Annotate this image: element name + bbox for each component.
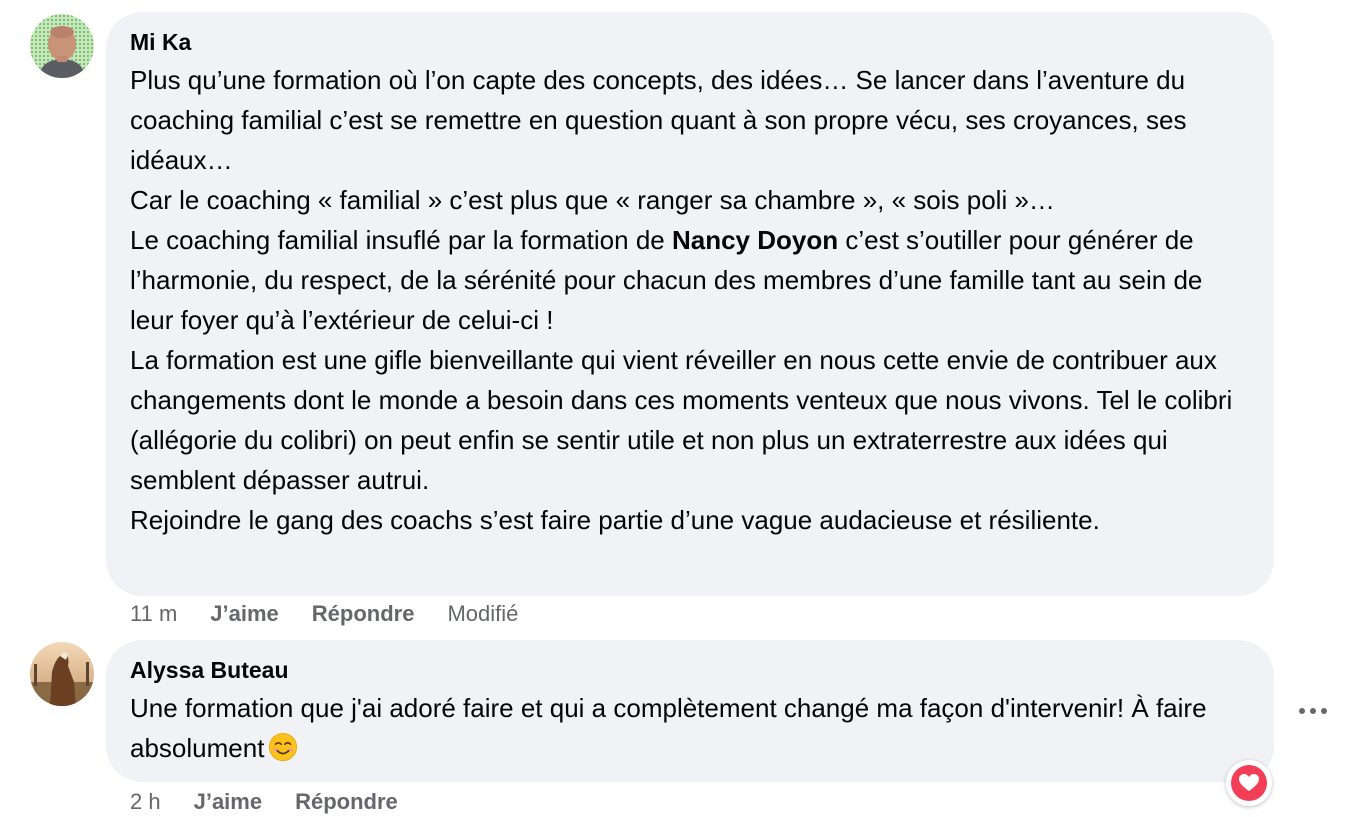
like-button[interactable]: J’aime: [210, 599, 279, 629]
comment-paragraph: Plus qu’une formation où l’on capte des …: [130, 65, 1187, 175]
reply-button[interactable]: Répondre: [295, 787, 398, 817]
comment-paragraph: La formation est une gifle bienveillante…: [130, 345, 1233, 495]
reply-button[interactable]: Répondre: [312, 599, 415, 629]
comment-actions: 2 h J’aime Répondre: [130, 787, 431, 817]
smiling-face-icon: [269, 732, 298, 762]
comment-actions: 11 m J’aime Répondre Modifié: [130, 599, 518, 629]
comment-author[interactable]: Mi Ka: [130, 26, 1250, 58]
comment-bubble: Alyssa Buteau Une formation que j'ai ado…: [106, 640, 1274, 782]
mention-prefix: Le coaching familial insuflé par la form…: [130, 225, 672, 255]
comment-paragraph: Rejoindre le gang des coachs s’est faire…: [130, 505, 1100, 535]
avatar-image: [30, 14, 94, 78]
comment-text: Plus qu’une formation où l’on capte des …: [130, 60, 1250, 540]
edited-label[interactable]: Modifié: [447, 599, 518, 629]
comment-paragraph: Car le coaching « familial » c’est plus …: [130, 185, 1055, 215]
more-options-icon[interactable]: [1296, 696, 1330, 726]
comment-paragraph-mention: Le coaching familial insuflé par la form…: [130, 220, 1250, 340]
like-button[interactable]: J’aime: [194, 787, 263, 817]
comment-author[interactable]: Alyssa Buteau: [130, 654, 1250, 686]
comment-bubble: Mi Ka Plus qu’une formation où l’on capt…: [106, 12, 1274, 596]
love-heart-icon: [1231, 765, 1267, 801]
avatar[interactable]: [30, 14, 94, 78]
avatar-image: [30, 642, 94, 706]
reaction-badge[interactable]: [1226, 760, 1272, 806]
comment-text: Une formation que j'ai adoré faire et qu…: [130, 688, 1250, 768]
comment-timestamp[interactable]: 2 h: [130, 787, 161, 817]
mention-link[interactable]: Nancy Doyon: [672, 225, 838, 255]
comment-timestamp[interactable]: 11 m: [130, 599, 177, 629]
avatar[interactable]: [30, 642, 94, 706]
